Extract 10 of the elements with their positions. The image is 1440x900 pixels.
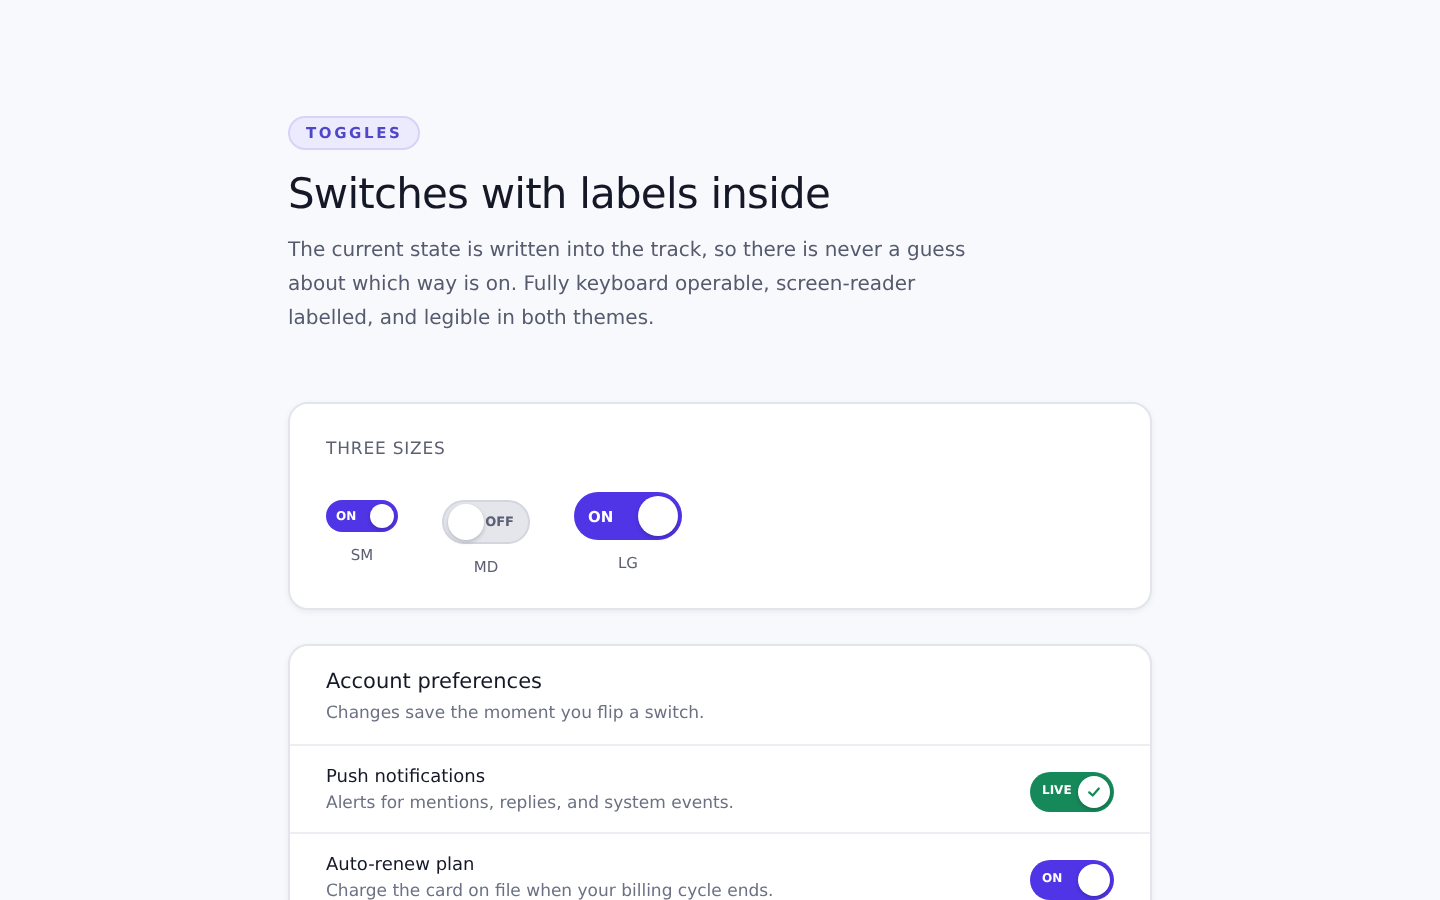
setting-title: Auto-renew plan bbox=[326, 856, 477, 876]
check-icon bbox=[1086, 783, 1102, 799]
card-subtitle: Changes save the moment you flip a switch. bbox=[326, 704, 707, 724]
card-title: Account preferences bbox=[326, 670, 545, 694]
page-title: Switches with labels inside bbox=[288, 170, 832, 218]
setting-description: Alerts for mentions, replies, and system events. bbox=[326, 794, 734, 814]
setting-title: Push notifications bbox=[326, 768, 488, 788]
setting-description: Charge the card on file when your billing cycle ends. bbox=[326, 882, 774, 900]
section-heading: THREE SIZES bbox=[326, 440, 448, 460]
intro-text: The current state is written into the track, so there is never a guess about which way is on. Fully keyboard operable, screen-reader labelled, and legible in both themes. bbox=[288, 238, 968, 334]
